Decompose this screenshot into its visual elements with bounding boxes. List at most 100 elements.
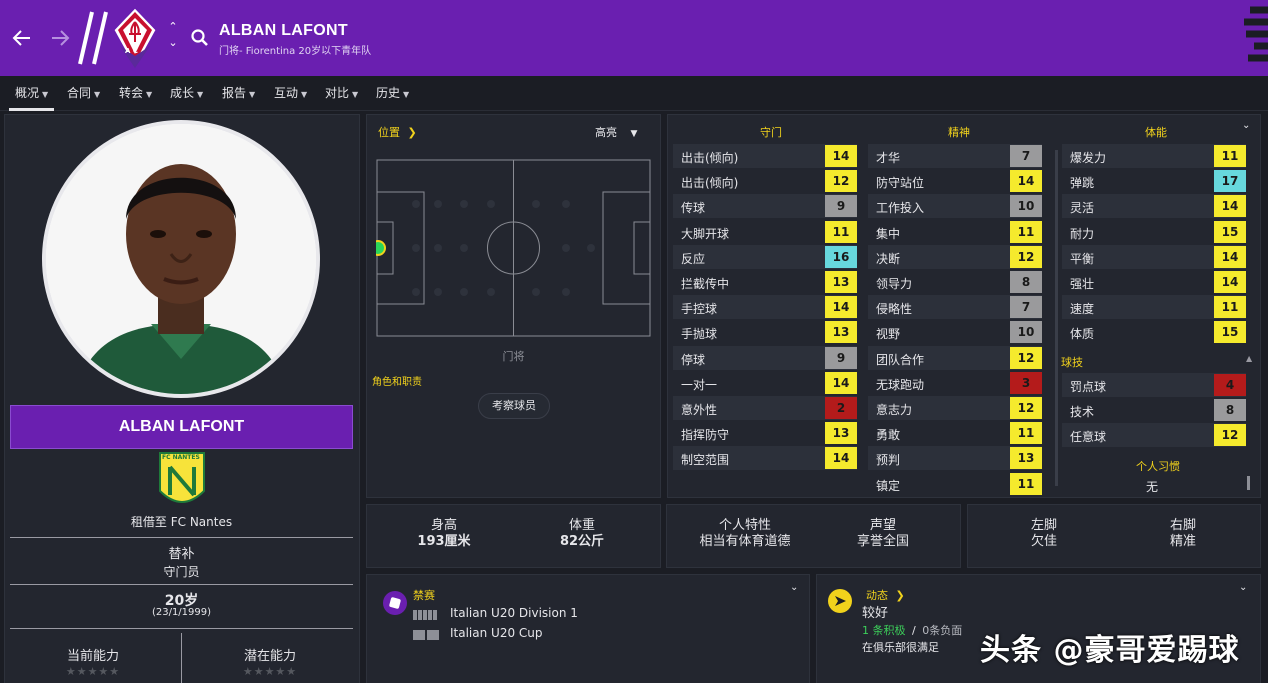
attribute-name: 防守站位 [876, 176, 925, 191]
tab-history[interactable]: 历史 ▼ [376, 84, 409, 101]
divider [181, 633, 182, 683]
chevron-down-icon: ▼ [197, 90, 204, 99]
attribute-row[interactable]: 预判 13 [868, 446, 1042, 471]
attribute-row[interactable]: 技术 8 [1062, 398, 1246, 422]
attribute-row[interactable]: 指挥防守 13 [673, 421, 857, 445]
attribute-value: 12 [1010, 397, 1042, 419]
attribute-row[interactable]: 意外性 2 [673, 396, 857, 420]
attribute-row[interactable]: 体质 15 [1062, 320, 1246, 344]
attribute-row[interactable]: 集中 11 [868, 220, 1042, 244]
attribute-row[interactable]: 出击(倾向) 12 [673, 169, 857, 193]
attribute-row[interactable]: 侵略性 7 [868, 295, 1042, 320]
right-foot-info: 右脚 精准 [1169, 518, 1196, 549]
tab-interaction[interactable]: 互动 ▼ [274, 84, 307, 101]
scout-player-button[interactable]: 考察球员 [478, 393, 550, 419]
player-name-plate: ALBAN LAFONT [10, 405, 353, 449]
ban-item[interactable]: Italian U20 Division 1 [450, 606, 578, 620]
attribute-row[interactable]: 速度 11 [1062, 295, 1246, 320]
attribute-row[interactable]: 弹跳 17 [1062, 169, 1246, 193]
attribute-row[interactable]: 手抛球 13 [673, 320, 857, 344]
chevron-down-icon[interactable]: ⌄ [790, 582, 798, 593]
attribute-row[interactable]: 传球 9 [673, 194, 857, 219]
player-header: A C ⌃ ⌃ ALBAN LAFONT 门将- Fiorentina 20岁以… [0, 0, 1268, 76]
attribute-row[interactable]: 勇敢 11 [868, 421, 1042, 445]
attribute-value: 14 [1214, 195, 1246, 218]
player-switcher[interactable]: ⌃ ⌃ [166, 20, 180, 56]
fiorentina-crest-icon[interactable]: A C [112, 6, 158, 70]
attribute-name: 罚点球 [1070, 380, 1107, 394]
chevron-down-icon[interactable]: ⌃ [166, 34, 180, 48]
tab-contract[interactable]: 合同 ▼ [67, 84, 100, 101]
tab-bar: 概况 ▼ 合同 ▼ 转会 ▼ 成长 ▼ 报告 ▼ 互动 ▼ 对比 ▼ 历史 ▼ [0, 76, 1268, 111]
attribute-row[interactable]: 停球 9 [673, 345, 857, 370]
collapse-icon[interactable]: ▲ [1246, 354, 1252, 363]
attribute-row[interactable]: 大脚开球 11 [673, 220, 857, 244]
attribute-row[interactable]: 团队合作 12 [868, 345, 1042, 370]
current-ability[interactable]: 当前能力 ★★★★★ [8, 645, 178, 678]
habits-header: 个人习惯 [1136, 460, 1180, 473]
tab-overview[interactable]: 概况 ▼ [8, 84, 55, 111]
positive-count[interactable]: 1 条积极 [862, 624, 906, 637]
tab-reports[interactable]: 报告 ▼ [222, 84, 255, 101]
highlight-dropdown[interactable]: 高亮 ▼ [595, 124, 637, 140]
scrollbar-thumb[interactable] [1247, 476, 1250, 490]
chevron-down-icon[interactable]: ⌄ [1239, 582, 1247, 593]
attribute-value: 11 [825, 220, 857, 243]
attribute-row[interactable]: 无球跑动 3 [868, 371, 1042, 395]
position-link[interactable]: 位置 ❯ [378, 124, 417, 140]
attribute-value: 17 [1214, 170, 1246, 193]
attribute-row[interactable]: 意志力 12 [868, 396, 1042, 420]
attribute-row[interactable]: 防守站位 14 [868, 169, 1042, 193]
attribute-row[interactable]: 镇定 11 [868, 472, 1042, 496]
tab-transfer[interactable]: 转会 ▼ [119, 84, 152, 101]
attribute-row[interactable]: 反应 16 [673, 244, 857, 269]
attribute-value: 7 [1010, 296, 1042, 319]
attribute-name: 侵略性 [876, 302, 913, 317]
attribute-row[interactable]: 平衡 14 [1062, 244, 1246, 269]
attribute-row[interactable]: 领导力 8 [868, 270, 1042, 294]
happiness-status: 在俱乐部很满足 [862, 641, 939, 654]
forward-arrow-icon[interactable] [48, 26, 72, 50]
attribute-row[interactable]: 拦截传中 13 [673, 270, 857, 294]
attribute-row[interactable]: 强壮 14 [1062, 270, 1246, 294]
fc-nantes-badge-icon[interactable]: FC NANTES [156, 451, 208, 513]
tab-compare[interactable]: 对比 ▼ [325, 84, 358, 101]
potential-ability[interactable]: 潜在能力 ★★★★★ [185, 645, 355, 678]
attribute-value: 11 [1010, 422, 1042, 445]
attribute-name: 传球 [681, 201, 706, 216]
bans-title[interactable]: 禁赛 [413, 587, 435, 603]
attribute-row[interactable]: 手控球 14 [673, 295, 857, 320]
ban-item[interactable]: Italian U20 Cup [450, 626, 543, 640]
attribute-row[interactable]: 耐力 15 [1062, 220, 1246, 244]
search-icon[interactable] [190, 28, 210, 48]
attribute-row[interactable]: 罚点球 4 [1062, 373, 1246, 397]
back-arrow-icon[interactable] [10, 26, 34, 50]
scrollbar[interactable] [1055, 150, 1058, 486]
attribute-row[interactable]: 出击(倾向) 14 [673, 144, 857, 168]
attribute-row[interactable]: 制空范围 14 [673, 446, 857, 471]
dynamics-icon [828, 589, 852, 613]
chevron-down-icon[interactable]: ⌄ [1242, 120, 1250, 131]
negative-count[interactable]: 0条负面 [922, 624, 962, 637]
attribute-row[interactable]: 视野 10 [868, 320, 1042, 344]
attribute-row[interactable]: 灵活 14 [1062, 194, 1246, 219]
chevron-up-icon[interactable]: ⌃ [166, 20, 180, 34]
attribute-value: 13 [825, 422, 857, 445]
attribute-row[interactable]: 决断 12 [868, 244, 1042, 269]
crest-letters: A C [125, 47, 138, 55]
player-dob: (23/1/1999) [151, 607, 212, 618]
dynamics-link[interactable]: 动态 ❯ [866, 587, 905, 603]
attribute-row[interactable]: 任意球 12 [1062, 423, 1246, 448]
potential-ability-label: 潜在能力 [243, 649, 296, 664]
attribute-row[interactable]: 爆发力 11 [1062, 144, 1246, 168]
attribute-name: 手控球 [681, 302, 718, 317]
attribute-value: 14 [1214, 271, 1246, 293]
divider [10, 537, 353, 538]
reputation-info: 声望 享誉全国 [856, 518, 909, 549]
attribute-value: 9 [825, 195, 857, 218]
morale-value: 较好 [862, 606, 889, 621]
attribute-row[interactable]: 一对一 14 [673, 371, 857, 395]
tab-development[interactable]: 成长 ▼ [170, 84, 203, 101]
attribute-row[interactable]: 工作投入 10 [868, 194, 1042, 219]
attribute-row[interactable]: 才华 7 [868, 144, 1042, 168]
